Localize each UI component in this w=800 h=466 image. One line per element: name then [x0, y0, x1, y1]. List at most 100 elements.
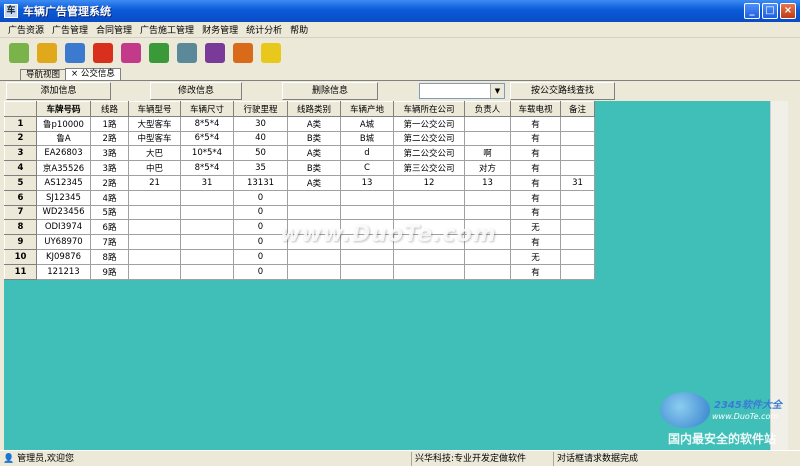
menu-item-contracts[interactable]: 合同管理 — [92, 23, 136, 36]
table-cell[interactable]: 第二公交公司 — [393, 145, 465, 162]
table-cell[interactable]: 50 — [233, 145, 288, 162]
umbrella-icon[interactable] — [90, 40, 116, 66]
table-cell[interactable] — [180, 204, 234, 221]
menu-item-help[interactable]: 帮助 — [286, 23, 312, 36]
column-header[interactable]: 车辆所在公司 — [393, 101, 465, 117]
table-cell[interactable] — [287, 248, 341, 265]
table-cell[interactable]: A类 — [287, 145, 341, 162]
table-cell[interactable] — [287, 263, 341, 280]
row-header[interactable]: 5 — [4, 174, 37, 191]
table-cell[interactable]: EA26803 — [36, 145, 91, 162]
table-cell[interactable]: 8路 — [90, 248, 129, 265]
table-cell[interactable]: 无 — [510, 219, 561, 236]
table-cell[interactable] — [128, 189, 181, 206]
table-cell[interactable]: B城 — [340, 130, 394, 147]
maximize-button[interactable]: □ — [762, 3, 778, 19]
table-cell[interactable] — [180, 263, 234, 280]
table-row[interactable]: 5 AS12345 2路 21 31 13131 A类 13 12 13 有 31 — [4, 174, 595, 191]
table-cell[interactable]: C — [340, 160, 394, 176]
table-cell[interactable] — [287, 189, 341, 206]
table-cell[interactable]: B类 — [287, 160, 341, 176]
table-cell[interactable]: 2路 — [90, 130, 129, 147]
people-icon[interactable] — [6, 40, 32, 66]
table-cell[interactable]: B类 — [287, 130, 341, 147]
add-info-button[interactable]: 添加信息 — [6, 82, 111, 100]
table-cell[interactable] — [393, 189, 465, 206]
table-cell[interactable] — [464, 189, 511, 206]
table-cell[interactable] — [340, 204, 394, 221]
table-cell[interactable]: 有 — [510, 115, 561, 132]
column-header[interactable]: 车牌号码 — [36, 101, 91, 117]
menu-item-stats[interactable]: 统计分析 — [242, 23, 286, 36]
table-cell[interactable]: SJ12345 — [36, 189, 91, 206]
table-row[interactable]: 7 WD23456 5路 0 有 — [4, 204, 595, 221]
table-cell[interactable]: 有 — [510, 174, 561, 191]
table-cell[interactable]: 3路 — [90, 160, 129, 176]
table-cell[interactable]: 第三公交公司 — [393, 160, 465, 176]
column-header[interactable]: 车辆产地 — [340, 101, 394, 117]
help-book-icon[interactable] — [202, 40, 228, 66]
table-cell[interactable] — [180, 189, 234, 206]
table-cell[interactable] — [560, 204, 595, 221]
documents-icon[interactable] — [34, 40, 60, 66]
table-cell[interactable] — [560, 234, 595, 250]
table-cell[interactable]: 有 — [510, 160, 561, 176]
table-cell[interactable]: 35 — [233, 160, 288, 176]
row-header[interactable]: 11 — [4, 263, 37, 280]
table-cell[interactable] — [464, 248, 511, 265]
table-cell[interactable] — [340, 248, 394, 265]
table-cell[interactable]: 4路 — [90, 189, 129, 206]
table-cell[interactable]: 无 — [510, 248, 561, 265]
table-cell[interactable]: ODI3974 — [36, 219, 91, 236]
running-man-icon[interactable] — [258, 40, 284, 66]
table-cell[interactable]: 对方 — [464, 160, 511, 176]
table-cell[interactable]: 大型客车 — [128, 115, 181, 132]
table-cell[interactable] — [180, 234, 234, 250]
table-cell[interactable] — [464, 204, 511, 221]
row-header[interactable]: 7 — [4, 204, 37, 221]
column-header[interactable]: 备注 — [560, 101, 595, 117]
table-cell[interactable]: 大巴 — [128, 145, 181, 162]
table-cell[interactable] — [128, 248, 181, 265]
table-cell[interactable]: 40 — [233, 130, 288, 147]
table-cell[interactable]: 0 — [233, 189, 288, 206]
column-header[interactable]: 车辆尺寸 — [180, 101, 234, 117]
table-cell[interactable]: 鲁p10000 — [36, 115, 91, 132]
table-cell[interactable]: 有 — [510, 130, 561, 147]
table-row[interactable]: 11 121213 9路 0 有 — [4, 263, 595, 280]
table-cell[interactable] — [560, 145, 595, 162]
table-cell[interactable] — [464, 130, 511, 147]
route-select[interactable]: ▼ — [419, 83, 505, 99]
table-cell[interactable]: 3路 — [90, 145, 129, 162]
table-cell[interactable] — [464, 263, 511, 280]
column-header[interactable]: 线路 — [90, 101, 129, 117]
table-cell[interactable] — [128, 204, 181, 221]
table-cell[interactable]: A类 — [287, 115, 341, 132]
table-cell[interactable]: 有 — [510, 204, 561, 221]
table-cell[interactable]: 6路 — [90, 219, 129, 236]
row-header[interactable]: 6 — [4, 189, 37, 206]
table-row[interactable]: 2 鲁A 2路 中型客车 6*5*4 40 B类 B城 第二公交公司 有 — [4, 130, 595, 147]
table-cell[interactable]: UY68970 — [36, 234, 91, 250]
column-header[interactable]: 负责人 — [464, 101, 511, 117]
table-cell[interactable]: 有 — [510, 263, 561, 280]
table-cell[interactable] — [560, 160, 595, 176]
table-cell[interactable]: A类 — [287, 174, 341, 191]
table-cell[interactable]: 京A35526 — [36, 160, 91, 176]
row-header[interactable]: 9 — [4, 234, 37, 250]
table-cell[interactable]: d — [340, 145, 394, 162]
edit-info-button[interactable]: 修改信息 — [150, 82, 242, 100]
table-cell[interactable]: 8*5*4 — [180, 160, 234, 176]
row-header[interactable]: 8 — [4, 219, 37, 236]
menu-item-construction[interactable]: 广告施工管理 — [136, 23, 198, 36]
alarm-clock-icon[interactable] — [118, 40, 144, 66]
column-header[interactable]: 行驶里程 — [233, 101, 288, 117]
table-cell[interactable]: 9路 — [90, 263, 129, 280]
table-cell[interactable] — [393, 204, 465, 221]
column-header[interactable]: 线路类别 — [287, 101, 341, 117]
column-header[interactable]: 车辆型号 — [128, 101, 181, 117]
row-header[interactable]: 4 — [4, 160, 37, 176]
table-row[interactable]: 6 SJ12345 4路 0 有 — [4, 189, 595, 206]
chevron-down-icon[interactable]: ▼ — [490, 84, 504, 98]
gift-icon[interactable] — [230, 40, 256, 66]
